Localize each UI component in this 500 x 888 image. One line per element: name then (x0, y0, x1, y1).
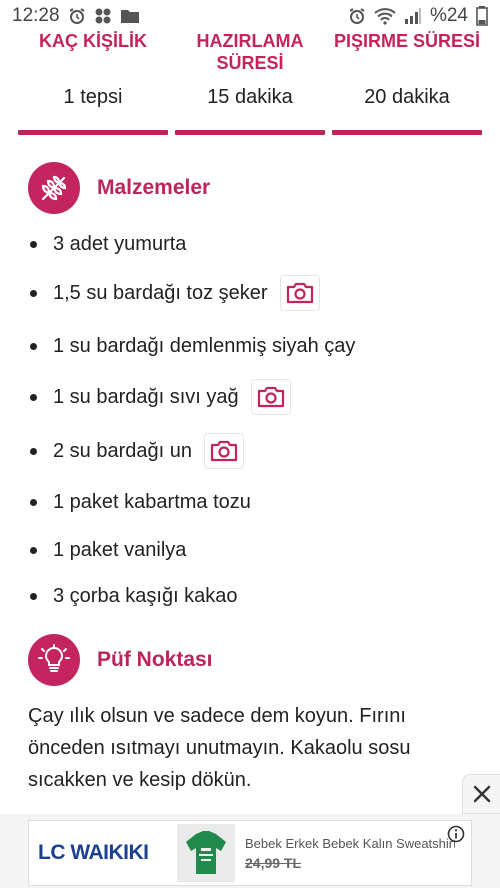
camera-icon (286, 282, 313, 304)
ingredients-heading: Malzemeler (28, 162, 210, 214)
stat-servings: KAÇ KİŞİLİK 1 tepsi (18, 30, 168, 135)
ingredient-text: 3 adet yumurta (53, 232, 187, 255)
stat-underline (332, 130, 482, 135)
stat-label: KAÇ KİŞİLİK (39, 31, 147, 51)
status-bar: 12:28 %24 (0, 0, 500, 32)
bullet (30, 498, 37, 506)
alarm-icon (68, 7, 86, 25)
ingredient-text: 3 çorba kaşığı kakao (53, 584, 238, 607)
alarm-status-icon (348, 7, 366, 25)
stat-value: 15 dakika (207, 86, 293, 108)
bullet (30, 546, 37, 554)
ad-text: Bebek Erkek Bebek Kalın Sweatshirt 24,99… (245, 836, 455, 871)
list-item: 2 su bardağı un (30, 424, 470, 478)
bullet (30, 289, 37, 297)
list-item: 1,5 su bardağı toz şeker (30, 264, 470, 322)
ad-brand-logo: LC WAIKIKI (38, 841, 149, 864)
stat-label: HAZIRLAMA SÜRESİ (196, 31, 304, 73)
camera-icon (210, 440, 238, 462)
ingredient-text: 2 su bardağı un (53, 439, 192, 462)
status-time: 12:28 (12, 5, 60, 26)
stat-underline (18, 130, 168, 135)
stat-value: 20 dakika (364, 86, 450, 108)
tip-text: Çay ılık olsun ve sadece dem koyun. Fırı… (28, 705, 411, 791)
camera-icon (257, 386, 284, 408)
photo-button[interactable] (279, 275, 320, 311)
wifi-icon (374, 7, 396, 25)
section-title: Malzemeler (97, 176, 211, 199)
bullet (30, 342, 37, 350)
ingredient-text: 1 paket vanilya (53, 538, 187, 561)
ingredient-text: 1 paket kabartma tozu (53, 490, 251, 513)
list-item: 3 çorba kaşığı kakao (30, 574, 470, 618)
ingredient-text: 1 su bardağı sıvı yağ (53, 385, 239, 408)
battery-percentage: %24 (429, 5, 468, 26)
ad-product-image (177, 824, 235, 882)
stat-underline (175, 130, 325, 135)
bullet (30, 393, 37, 401)
ad-price: 24,99 TL (245, 854, 302, 871)
stat-cook-time: PIŞIRME SÜRESİ 20 dakika (332, 30, 482, 135)
ad-banner: LC WAIKIKI Bebek Erkek Bebek Kalın Sweat… (0, 814, 500, 888)
bullet (30, 447, 37, 455)
apps-icon (94, 7, 112, 25)
close-icon (473, 785, 491, 803)
ad-info-button[interactable] (447, 825, 465, 848)
bullet (30, 240, 37, 248)
lightbulb-icon (28, 634, 80, 686)
list-item: 1 paket vanilya (30, 526, 470, 574)
wheat-icon (28, 162, 80, 214)
recipe-stats: KAÇ KİŞİLİK 1 tepsi HAZIRLAMA SÜRESİ 15 … (18, 30, 482, 135)
photo-button[interactable] (204, 433, 244, 469)
tip-heading: Püf Noktası (28, 634, 213, 686)
ad-close-button[interactable] (462, 774, 500, 814)
list-item: 1 su bardağı sıvı yağ (30, 370, 470, 424)
list-item: 1 su bardağı demlenmiş siyah çay (30, 322, 470, 370)
ingredient-list: 3 adet yumurta 1,5 su bardağı toz şeker … (30, 224, 470, 618)
folder-icon (120, 8, 140, 24)
ad-content[interactable]: LC WAIKIKI Bebek Erkek Bebek Kalın Sweat… (28, 820, 472, 886)
photo-button[interactable] (250, 379, 291, 415)
ingredient-text: 1,5 su bardağı toz şeker (53, 281, 268, 304)
info-icon (447, 825, 465, 843)
stat-label: PIŞIRME SÜRESİ (333, 31, 481, 51)
battery-icon (476, 6, 488, 26)
list-item: 1 paket kabartma tozu (30, 478, 470, 526)
ad-product-title: Bebek Erkek Bebek Kalın Sweatshirt (245, 835, 455, 851)
list-item: 3 adet yumurta (30, 224, 470, 264)
stat-prep-time: HAZIRLAMA SÜRESİ 15 dakika (175, 30, 325, 135)
section-title: Püf Noktası (97, 648, 213, 671)
signal-icon (404, 7, 422, 25)
bullet (30, 592, 37, 600)
ingredient-text: 1 su bardağı demlenmiş siyah çay (53, 334, 356, 357)
stat-value: 1 tepsi (63, 86, 123, 108)
